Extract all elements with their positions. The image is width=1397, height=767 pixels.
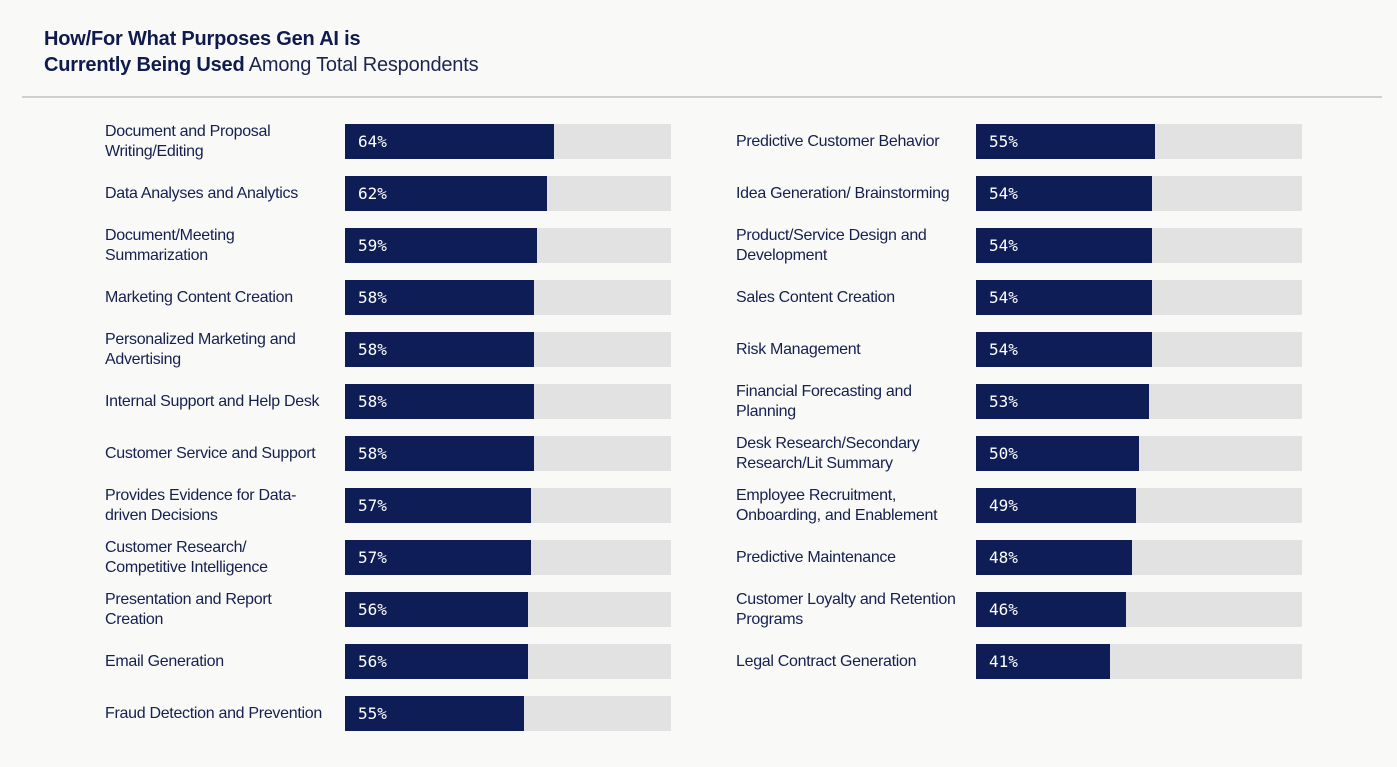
chart-title: How/For What Purposes Gen AI is Currentl…	[44, 26, 479, 78]
value-label: 56%	[358, 600, 387, 619]
category-label: Data Analyses and Analytics	[105, 184, 298, 202]
value-label: 56%	[358, 652, 387, 671]
value-label: 57%	[358, 496, 387, 515]
value-label: 50%	[989, 444, 1018, 463]
bar-track: 50%	[976, 436, 1302, 471]
category-label: Sales Content Creation	[736, 288, 895, 306]
bar-track: 62%	[345, 176, 671, 211]
category-label: Customer Research/ Competitive Intellige…	[105, 538, 268, 576]
category-label: Customer Service and Support	[105, 444, 316, 462]
category-label: Provides Evidence for Data-driven Decisi…	[105, 486, 297, 524]
bar-track: 54%	[976, 228, 1302, 263]
category-label: Risk Management	[736, 340, 861, 358]
value-label: 49%	[989, 496, 1018, 515]
category-label: Email Generation	[105, 652, 224, 670]
category-label: Marketing Content Creation	[105, 288, 293, 306]
category-label: Employee Recruitment, Onboarding, and En…	[736, 486, 938, 524]
bar-track: 56%	[345, 592, 671, 627]
bar-track: 54%	[976, 280, 1302, 315]
bar-track: 55%	[345, 696, 671, 731]
category-label: Internal Support and Help Desk	[105, 392, 320, 410]
category-label: Financial Forecasting and Planning	[736, 382, 912, 420]
bar-track: 46%	[976, 592, 1302, 627]
value-label: 58%	[358, 288, 387, 307]
value-label: 54%	[989, 236, 1018, 255]
value-label: 59%	[358, 236, 387, 255]
title-divider	[22, 96, 1382, 98]
category-label: Desk Research/Secondary Research/Lit Sum…	[736, 434, 920, 472]
value-label: 53%	[989, 392, 1018, 411]
bar-track: 49%	[976, 488, 1302, 523]
category-label: Fraud Detection and Prevention	[105, 704, 322, 722]
bar-track: 64%	[345, 124, 671, 159]
value-label: 62%	[358, 184, 387, 203]
category-label: Document/Meeting Summarization	[105, 226, 235, 264]
bar-track: 59%	[345, 228, 671, 263]
bar-track: 41%	[976, 644, 1302, 679]
category-label: Legal Contract Generation	[736, 652, 917, 670]
value-label: 55%	[358, 704, 387, 723]
category-label: Document and Proposal Writing/Editing	[105, 122, 271, 160]
bar-track: 53%	[976, 384, 1302, 419]
category-label: Predictive Customer Behavior	[736, 132, 940, 150]
bar-track: 54%	[976, 176, 1302, 211]
category-label: Product/Service Design and Development	[736, 226, 927, 264]
value-label: 41%	[989, 652, 1018, 671]
value-label: 64%	[358, 132, 387, 151]
value-label: 54%	[989, 184, 1018, 203]
category-label: Customer Loyalty and Retention Programs	[736, 590, 956, 628]
value-label: 58%	[358, 392, 387, 411]
category-label: Predictive Maintenance	[736, 548, 896, 566]
bar-track: 54%	[976, 332, 1302, 367]
bar-track: 56%	[345, 644, 671, 679]
bar-track: 55%	[976, 124, 1302, 159]
category-label: Idea Generation/ Brainstorming	[736, 184, 950, 202]
bar-track: 58%	[345, 332, 671, 367]
bar-track: 58%	[345, 384, 671, 419]
value-label: 55%	[989, 132, 1018, 151]
category-label: Presentation and Report Creation	[105, 590, 272, 628]
bar-track: 58%	[345, 436, 671, 471]
bar-track: 57%	[345, 540, 671, 575]
value-label: 54%	[989, 288, 1018, 307]
title-suffix: Among Total Respondents	[248, 54, 479, 76]
value-label: 58%	[358, 444, 387, 463]
value-label: 48%	[989, 548, 1018, 567]
value-label: 57%	[358, 548, 387, 567]
value-label: 46%	[989, 600, 1018, 619]
value-label: 58%	[358, 340, 387, 359]
title-line-1: How/For What Purposes Gen AI is	[44, 28, 361, 50]
category-label: Personalized Marketing and Advertising	[105, 330, 296, 368]
bar-track: 48%	[976, 540, 1302, 575]
title-line-2: Currently Being Used	[44, 54, 245, 76]
value-label: 54%	[989, 340, 1018, 359]
bar-track: 58%	[345, 280, 671, 315]
bar-track: 57%	[345, 488, 671, 523]
